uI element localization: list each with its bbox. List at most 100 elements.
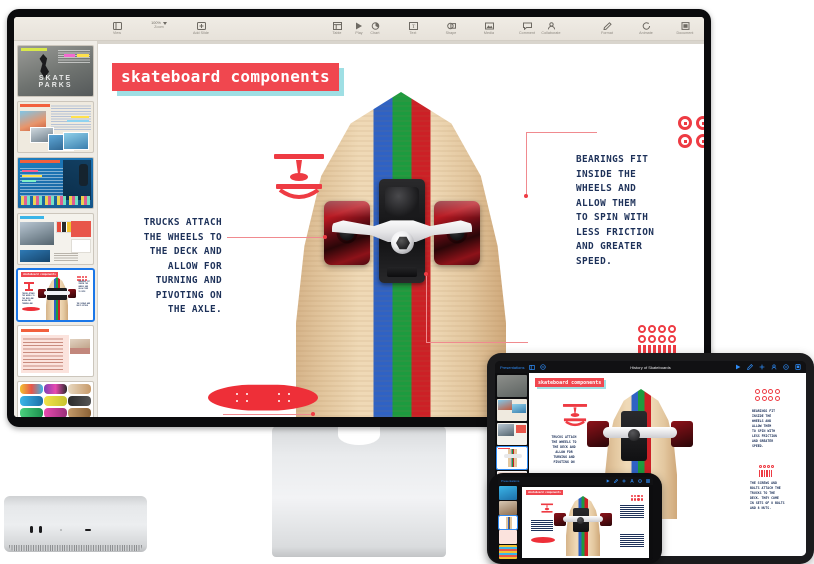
leader-line-bearings-v bbox=[526, 132, 527, 196]
iphone-back-button[interactable]: Presentations bbox=[501, 479, 519, 483]
add-slide-label: Add Slide bbox=[192, 31, 210, 36]
display-stand-foot bbox=[272, 425, 719, 557]
iphone-slide-canvas[interactable]: skateboard components bbox=[518, 485, 653, 560]
slide-thumbnail-selected[interactable]: skateboard components TRUCKS ATTACH THE … bbox=[16, 268, 95, 322]
mini-slide-title: skateboard components bbox=[21, 272, 58, 277]
trucks-callout-text[interactable]: TRUCKS ATTACH THE WHEELS TO THE DECK AND… bbox=[116, 216, 222, 318]
add-icon[interactable] bbox=[622, 479, 626, 483]
sd-card-slot-icon bbox=[85, 528, 91, 531]
add-icon[interactable] bbox=[759, 364, 765, 370]
add-slide-button[interactable]: Add Slide bbox=[188, 21, 214, 36]
nut-icon bbox=[638, 325, 646, 333]
bearing-icon bbox=[678, 134, 692, 148]
collaborate-icon[interactable] bbox=[630, 479, 634, 483]
media-button[interactable]: Media bbox=[476, 21, 502, 36]
iphone-thumbnail-selected[interactable] bbox=[498, 515, 518, 530]
ipad-toolbar-right bbox=[735, 364, 801, 370]
iphone-red-deck bbox=[531, 537, 555, 543]
slide-thumbnail[interactable]: 6 bbox=[17, 101, 94, 153]
sidebar-icon[interactable] bbox=[529, 364, 536, 370]
mac-studio-vent bbox=[9, 545, 142, 551]
iphone-body: skateboard components bbox=[498, 485, 653, 560]
ipad-thumbnail-selected[interactable] bbox=[496, 446, 528, 470]
format-button[interactable]: Format bbox=[594, 21, 620, 36]
iphone-thumbnail[interactable] bbox=[499, 545, 517, 559]
iphone-trucks-callout bbox=[531, 519, 553, 531]
iphone-slide-navigator[interactable] bbox=[498, 485, 518, 560]
table-label: Table bbox=[332, 31, 342, 36]
mini-callout: TRUCKS ATTACH THE WHEELS TO THE DECK AND… bbox=[22, 294, 35, 305]
skateboard-truck-photo bbox=[324, 179, 480, 299]
slide-thumbnail[interactable]: 8 bbox=[17, 213, 94, 265]
format-icon[interactable] bbox=[614, 479, 618, 483]
ipad-thumbnail[interactable] bbox=[497, 423, 527, 445]
ipad-toolbar-left: Presentations bbox=[500, 364, 547, 370]
leader-line-trucks bbox=[227, 237, 325, 238]
document-icon[interactable] bbox=[646, 479, 650, 483]
document-button[interactable]: Document bbox=[672, 21, 698, 36]
ipad-screws-illustration bbox=[759, 465, 774, 477]
mini-callout: THE SCREWS AND BOLTS ATTACH bbox=[76, 304, 90, 308]
ipad-screws-callout: THE SCREWS AND BOLTS ATTACH THE TRUCKS T… bbox=[750, 481, 785, 510]
comment-button[interactable]: Comment bbox=[514, 21, 540, 36]
stand-notch bbox=[338, 425, 380, 445]
iphone-thumbnail[interactable] bbox=[499, 530, 517, 545]
ipad-back-button[interactable]: Presentations bbox=[500, 365, 524, 370]
view-icon bbox=[112, 21, 123, 31]
chart-button[interactable]: Chart bbox=[362, 21, 388, 36]
table-icon bbox=[332, 21, 343, 31]
play-icon[interactable] bbox=[735, 364, 741, 370]
power-led-icon bbox=[60, 528, 62, 531]
device-lineup-scene: View 100% Zoom Add Slide Play Table Char… bbox=[0, 0, 814, 564]
slide-thumbnail[interactable]: SKATE PARKS 5 bbox=[17, 45, 94, 97]
ipad-bearings-callout: BEARINGS FIT INSIDE THE WHEELS AND ALLOW… bbox=[752, 409, 777, 448]
iphone-toolbar: Presentations bbox=[498, 477, 653, 485]
nut-icon bbox=[658, 325, 666, 333]
animate-button[interactable]: Animate bbox=[633, 21, 659, 36]
collaborate-button[interactable]: Collaborate bbox=[538, 21, 564, 36]
bearing-icon bbox=[696, 116, 704, 130]
keynote-toolbar: View 100% Zoom Add Slide Play Table Char… bbox=[14, 17, 704, 41]
more-icon[interactable] bbox=[638, 479, 642, 483]
view-button[interactable]: View bbox=[104, 21, 130, 36]
play-icon[interactable] bbox=[606, 479, 610, 483]
bearings-illustration bbox=[678, 116, 704, 148]
iphone-slide-title: skateboard components bbox=[526, 490, 563, 495]
format-icon[interactable] bbox=[747, 364, 753, 370]
ipad-bearings-illustration bbox=[755, 389, 780, 401]
slide-thumbnail[interactable]: 10 bbox=[17, 325, 94, 377]
nut-icon bbox=[648, 325, 656, 333]
iphone-thumbnail[interactable] bbox=[499, 486, 517, 500]
bearings-callout-text[interactable]: BEARINGS FIT INSIDE THE WHEELS AND ALLOW… bbox=[576, 153, 696, 270]
ipad-thumbnail[interactable] bbox=[497, 399, 527, 421]
iphone-current-slide: skateboard components bbox=[522, 487, 649, 558]
slide-title-group[interactable]: skateboard components bbox=[112, 63, 345, 96]
slide-navigator[interactable]: SKATE PARKS 5 6 bbox=[14, 41, 98, 417]
add-slide-icon bbox=[196, 21, 207, 31]
ipad-truck-graphic bbox=[587, 411, 693, 461]
collaborate-icon[interactable] bbox=[771, 364, 777, 370]
collaborate-icon bbox=[546, 21, 557, 31]
more-icon[interactable] bbox=[783, 364, 789, 370]
table-button[interactable]: Table bbox=[324, 21, 350, 36]
mac-studio bbox=[4, 496, 147, 552]
leader-dot-screws bbox=[424, 272, 428, 276]
bearing-icon bbox=[678, 116, 692, 130]
document-icon[interactable] bbox=[795, 364, 801, 370]
slide-thumbnail[interactable]: 7 bbox=[17, 157, 94, 209]
zoom-control[interactable]: 100% Zoom bbox=[142, 21, 176, 30]
usb-c-port-icon bbox=[30, 526, 33, 533]
ipad-trucks-callout: TRUCKS ATTACH THE WHEELS TO THE DECK AND… bbox=[551, 435, 577, 464]
iphone-thumbnail[interactable] bbox=[499, 500, 517, 515]
toolbar-insert-group: Table Chart T Text Shape Media Comment bbox=[324, 21, 540, 36]
iphone-screws-callout bbox=[620, 533, 644, 547]
leader-line-bearings bbox=[527, 132, 597, 133]
iphone-red-truck-icon bbox=[540, 503, 554, 513]
zoom-icon[interactable] bbox=[540, 364, 547, 370]
format-icon bbox=[602, 21, 613, 31]
iphone-bearings-illustration bbox=[630, 495, 643, 501]
text-button[interactable]: T Text bbox=[400, 21, 426, 36]
shape-button[interactable]: Shape bbox=[438, 21, 464, 36]
slide-thumbnail[interactable]: 11 bbox=[17, 381, 94, 417]
ipad-thumbnail[interactable] bbox=[497, 375, 527, 397]
